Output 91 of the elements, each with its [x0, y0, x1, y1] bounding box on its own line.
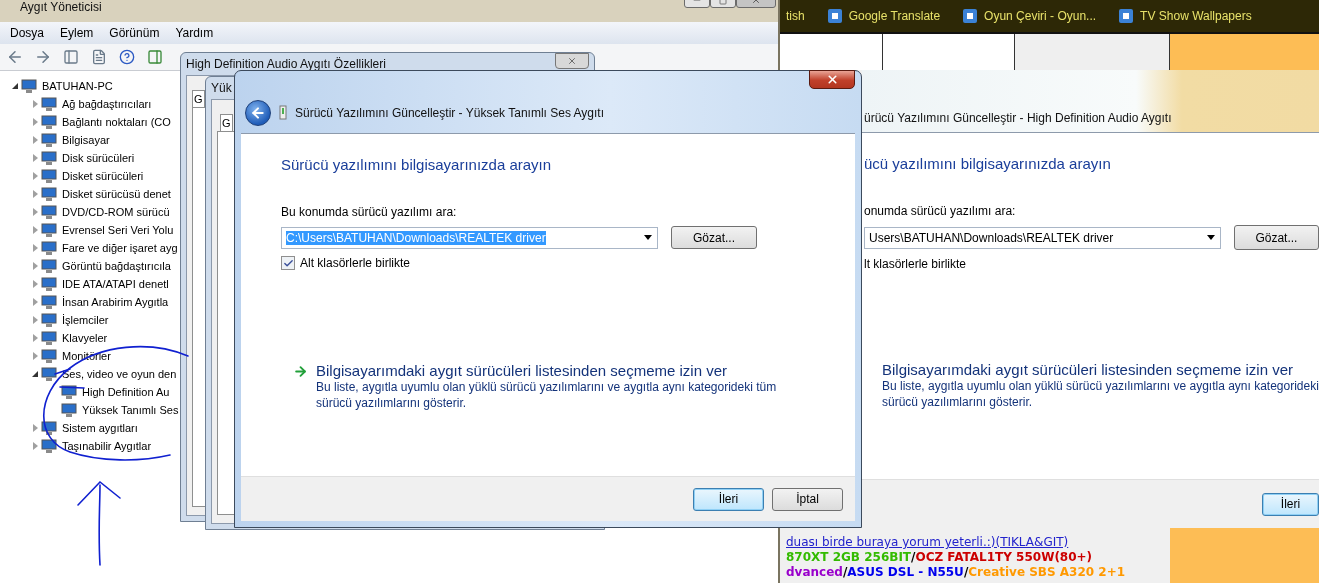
close-button[interactable]: [809, 70, 855, 89]
tree-item[interactable]: Taşınabilir Aygıtlar: [62, 440, 152, 452]
browse-button[interactable]: Gözat...: [671, 226, 757, 249]
tree-item[interactable]: İşlemciler: [62, 314, 109, 326]
help-icon: [119, 49, 135, 65]
menu-item[interactable]: Eylem: [52, 26, 102, 40]
device-icon: [40, 330, 58, 346]
device-icon: [40, 420, 58, 436]
menu-item[interactable]: Dosya: [2, 26, 52, 40]
path-combo-box[interactable]: Users\BATUHAN\Downloads\REALTEK driver: [864, 226, 1221, 249]
dropdown-caret-icon: [644, 235, 652, 240]
checkbox-label[interactable]: lt klasörlerle birlikte: [864, 257, 967, 271]
document-icon: [91, 49, 107, 65]
tree-item[interactable]: Disket sürücüsü denet: [62, 188, 171, 200]
option-description: Bu liste, aygıtla uyumlu olan yüklü sürücü yazılımlarını ve aygıtla aynı kategorideki: [882, 378, 1319, 394]
device-icon: [40, 366, 58, 382]
tree-item[interactable]: Ağ bağdaştırıcıları: [62, 98, 152, 110]
device-icon: [40, 348, 58, 364]
expander-icon[interactable]: [30, 369, 40, 379]
option-link[interactable]: Bilgisayarımdaki aygıt sürücüleri listesinden seçmeme izin ver: [316, 362, 777, 379]
checkbox[interactable]: [281, 256, 295, 270]
option-description: sürücü yazılımlarını gösterir.: [882, 394, 1034, 410]
bookmark-link[interactable]: TV Show Wallpapers: [1118, 8, 1252, 24]
dialog-title: Sürücü Yazılımını Güncelleştir - Yüksek Tanımlı Ses Aygıtı: [295, 106, 605, 120]
device-icon: [40, 438, 58, 454]
device-icon: [60, 384, 78, 400]
signature-text: dvanced/ASUS DSL - N55U/Creative SBS A320 2+1: [786, 565, 1127, 579]
tab[interactable]: G: [220, 114, 233, 131]
tree-item[interactable]: IDE ATA/ATAPI denetl: [62, 278, 169, 290]
expander-icon[interactable]: [10, 81, 20, 91]
window-title: Aygıt Yöneticisi: [20, 0, 102, 14]
signature-text: 870XT 2GB 256BIT/OCZ FATAL1TY 550W(80+): [786, 550, 1094, 564]
device-icon: [40, 186, 58, 202]
field-label: Bu konumda sürücü yazılımı ara:: [281, 205, 458, 219]
tree-item[interactable]: DVD/CD-ROM sürücü: [62, 206, 170, 218]
device-icon: [40, 150, 58, 166]
tree-item[interactable]: Sistem aygıtları: [62, 422, 138, 434]
dialog-heading: ücü yazılımını bilgisayarınızda arayın: [864, 155, 1112, 172]
tree-item[interactable]: Klavyeler: [62, 332, 108, 344]
tree-item[interactable]: Bilgisayar: [62, 134, 110, 146]
device-icon: [60, 402, 78, 418]
option-description: sürücü yazılımlarını gösterir.: [316, 395, 468, 411]
back-button[interactable]: [245, 100, 271, 126]
device-icon: [40, 276, 58, 292]
tab[interactable]: G: [192, 90, 205, 107]
bookmark-link[interactable]: Oyun Çeviri - Oyun...: [962, 8, 1097, 24]
menu-item[interactable]: Yardım: [167, 26, 222, 40]
device-icon: [20, 78, 38, 94]
panel-icon: [147, 49, 163, 65]
device-icon: [40, 294, 58, 310]
checkbox-label[interactable]: Alt klasörlerle birlikte: [300, 256, 411, 270]
field-label: onumda sürücü yazılımı ara:: [864, 204, 1017, 218]
tree-item[interactable]: BATUHAN-PC: [42, 80, 113, 92]
signature-link[interactable]: duası birde buraya yorum yeterli.:)(TIKLA&GIT): [786, 535, 1170, 549]
close-icon: [825, 73, 839, 86]
device-icon: [40, 96, 58, 112]
close-icon: [567, 56, 577, 66]
dialog-heading: Sürücü yazılımını bilgisayarınızda arayın: [281, 156, 553, 173]
browse-button[interactable]: Gözat...: [1233, 225, 1319, 250]
device-icon: [40, 204, 58, 220]
bookmark-link[interactable]: Google Translate: [826, 8, 941, 24]
cancel-button[interactable]: İptal: [772, 487, 843, 511]
next-button[interactable]: İleri: [693, 487, 764, 511]
tree-item[interactable]: Yüksek Tanımlı Ses: [82, 404, 179, 416]
option-link[interactable]: Bilgisayarımdaki aygıt sürücüleri listesinden seçmeme izin ver: [882, 361, 1319, 378]
device-icon: [40, 222, 58, 238]
device-icon: [279, 105, 287, 121]
menu-item[interactable]: Görünüm: [101, 26, 168, 40]
tree-item[interactable]: Görüntü bağdaştırıcıla: [62, 260, 171, 272]
device-icon: [40, 240, 58, 256]
forward-arrow-icon: [34, 48, 52, 66]
device-icon: [40, 312, 58, 328]
tree-item[interactable]: İnsan Arabirim Aygıtla: [62, 296, 169, 308]
device-icon: [40, 258, 58, 274]
tree-item[interactable]: Disket sürücüleri: [62, 170, 144, 182]
tree-item[interactable]: Fare ve diğer işaret ayg: [62, 242, 178, 254]
tree-item[interactable]: High Definition Au: [82, 386, 170, 398]
tree-item[interactable]: Disk sürücüleri: [62, 152, 135, 164]
tree-item[interactable]: Bağlantı noktaları (CO: [62, 116, 171, 128]
bookmark-link[interactable]: tish: [786, 9, 805, 23]
panel-icon: [63, 49, 79, 65]
arrow-icon: [293, 364, 308, 379]
device-icon: [40, 168, 58, 184]
device-icon: [40, 132, 58, 148]
dialog-title: ürücü Yazılımını Güncelleştir - High Definition Audio Aygıtı: [864, 111, 1172, 125]
option-description: Bu liste, aygıtla uyumlu olan yüklü sürücü yazılımlarını ve aygıtla aynı kategorideki tüm: [316, 379, 777, 395]
tree-item[interactable]: Evrensel Seri Veri Yolu: [62, 224, 174, 236]
next-button[interactable]: İleri: [1262, 492, 1319, 516]
dropdown-caret-icon: [1206, 235, 1215, 240]
window-title: Yük: [211, 81, 232, 95]
device-icon: [40, 114, 58, 130]
